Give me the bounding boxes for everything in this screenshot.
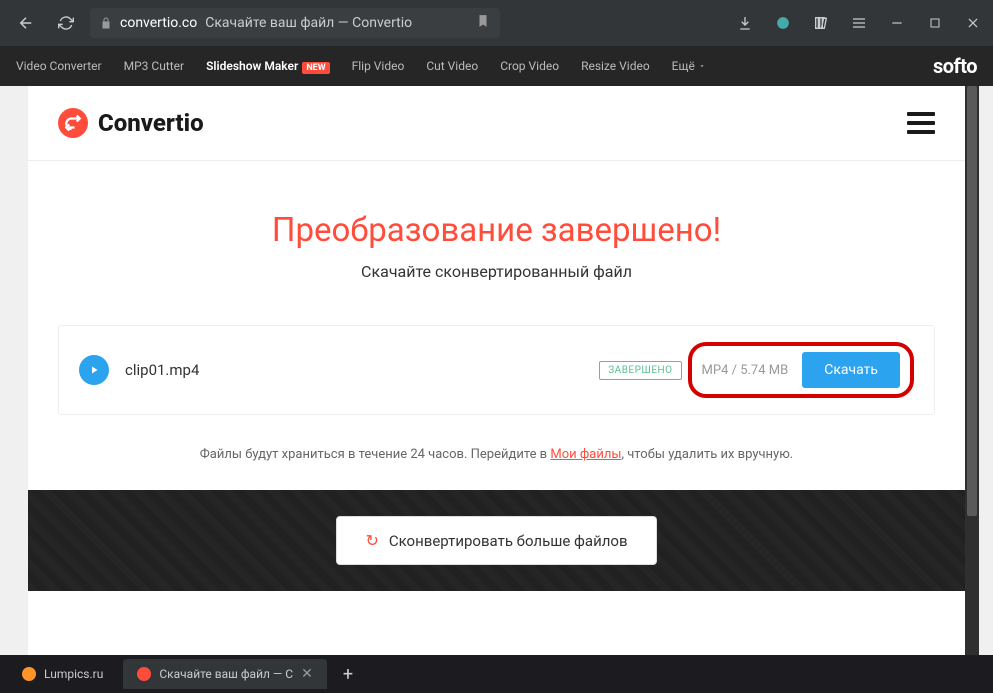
menu-icon[interactable] — [849, 13, 869, 33]
new-badge: NEW — [302, 62, 329, 74]
softo-toolbar: Video Converter MP3 Cutter Slideshow Mak… — [0, 46, 993, 86]
file-row: clip01.mp4 ЗАВЕРШЕНО MP4 / 5.74 MB Скача… — [58, 325, 935, 415]
filename: clip01.mp4 — [125, 361, 599, 379]
library-icon[interactable] — [811, 13, 831, 33]
storage-info: Файлы будут храниться в течение 24 часов… — [58, 447, 935, 462]
softo-logo[interactable]: softo — [933, 54, 977, 78]
browser-titlebar: convertio.co Скачайте ваш файл — Convert… — [0, 0, 993, 46]
brand-text: Convertio — [98, 109, 204, 137]
page-subtitle: Скачайте сконвертированный файл — [58, 262, 935, 281]
my-files-link[interactable]: Мои файлы — [550, 447, 621, 462]
softo-resize-video[interactable]: Resize Video — [581, 59, 650, 73]
favicon-icon — [22, 667, 36, 681]
titlebar-actions — [735, 13, 983, 33]
refresh-icon: ↻ — [365, 531, 378, 550]
url-title: Скачайте ваш файл — Convertio — [205, 15, 412, 31]
new-tab-button[interactable]: + — [333, 664, 363, 685]
spacer — [28, 591, 965, 655]
url-domain: convertio.co — [120, 15, 197, 31]
download-button[interactable]: Скачать — [802, 352, 900, 388]
page-content: Convertio Преобразование завершено! Скач… — [28, 86, 965, 655]
close-tab-icon[interactable]: ✕ — [301, 666, 313, 682]
convert-more-band: ↻ Сконвертировать больше файлов — [28, 490, 965, 591]
favicon-icon — [137, 667, 151, 681]
hamburger-menu[interactable] — [907, 112, 935, 134]
close-button[interactable] — [963, 13, 983, 33]
tab-convertio[interactable]: Скачайте ваш файл — C ✕ — [123, 659, 327, 689]
tab-lumpics[interactable]: Lumpics.ru — [8, 659, 117, 689]
address-bar[interactable]: convertio.co Скачайте ваш файл — Convert… — [90, 8, 500, 38]
extension-icon[interactable] — [773, 13, 793, 33]
scrollbar[interactable] — [965, 86, 979, 655]
back-button[interactable] — [10, 7, 42, 39]
chevron-down-icon — [698, 62, 706, 70]
convert-more-button[interactable]: ↻ Сконвертировать больше файлов — [336, 516, 656, 565]
page-viewport: Convertio Преобразование завершено! Скач… — [0, 86, 993, 655]
reload-button[interactable] — [50, 7, 82, 39]
convertio-logo-icon — [58, 108, 88, 138]
softo-mp3-cutter[interactable]: MP3 Cutter — [124, 59, 184, 73]
softo-crop-video[interactable]: Crop Video — [500, 59, 559, 73]
download-icon[interactable] — [735, 13, 755, 33]
maximize-button[interactable] — [925, 13, 945, 33]
file-meta: MP4 / 5.74 MB — [702, 363, 789, 378]
softo-more[interactable]: Ещё — [672, 59, 706, 73]
download-highlight: MP4 / 5.74 MB Скачать — [688, 342, 914, 398]
scrollbar-thumb[interactable] — [967, 86, 977, 516]
page-heading: Преобразование завершено! — [58, 211, 935, 250]
softo-video-converter[interactable]: Video Converter — [16, 59, 102, 73]
convertio-logo[interactable]: Convertio — [58, 108, 204, 138]
bookmark-icon[interactable] — [476, 14, 490, 32]
lock-icon — [100, 17, 112, 29]
minimize-button[interactable] — [887, 13, 907, 33]
tab-bar: Lumpics.ru Скачайте ваш файл — C ✕ + — [0, 655, 993, 693]
softo-cut-video[interactable]: Cut Video — [426, 59, 478, 73]
softo-flip-video[interactable]: Flip Video — [352, 59, 405, 73]
status-badge: ЗАВЕРШЕНО — [599, 361, 681, 380]
play-button[interactable] — [79, 355, 109, 385]
main-content: Преобразование завершено! Скачайте сконв… — [28, 161, 965, 462]
softo-slideshow-maker[interactable]: Slideshow MakerNEW — [206, 59, 330, 73]
site-header: Convertio — [28, 86, 965, 161]
